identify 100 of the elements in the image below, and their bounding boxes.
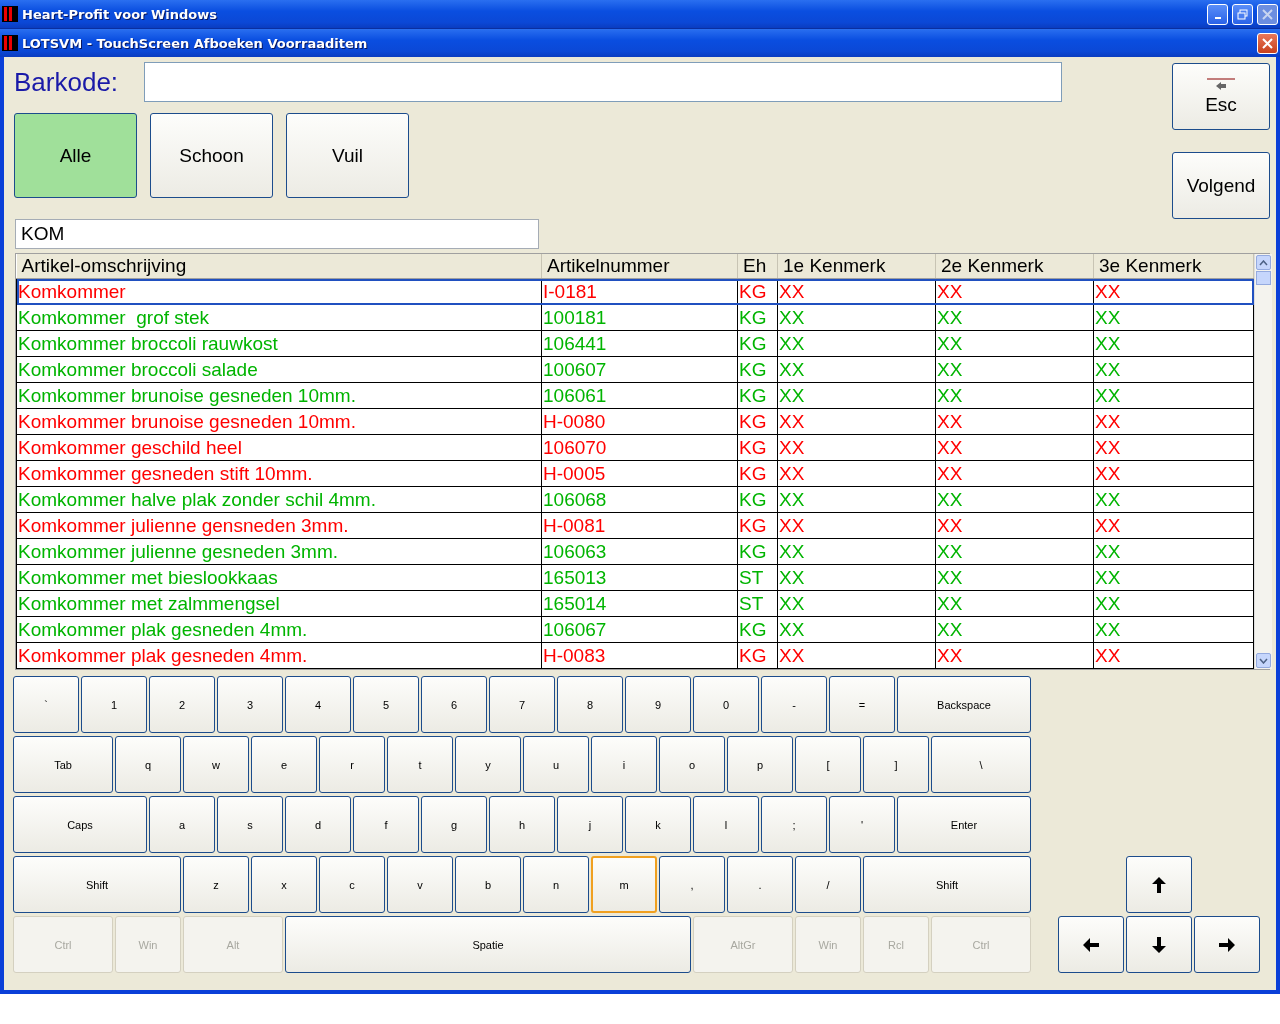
keyboard-key[interactable]: h [489, 796, 555, 853]
keyboard-key[interactable]: i [591, 736, 657, 793]
column-header[interactable]: 3e Kenmerk [1093, 254, 1254, 279]
table-cell: 106067 [541, 616, 738, 643]
table-cell: XX [777, 330, 936, 357]
filter-button[interactable]: Schoon [150, 113, 273, 198]
keyboard-key[interactable]: v [387, 856, 453, 913]
keyboard-key[interactable]: Tab [13, 736, 113, 793]
table-cell: 106441 [541, 330, 738, 357]
keyboard-key[interactable]: 7 [489, 676, 555, 733]
search-field[interactable]: KOM [15, 219, 539, 249]
keyboard-key[interactable]: 4 [285, 676, 351, 733]
arrow-up-key[interactable] [1126, 856, 1192, 913]
table-cell: XX [777, 590, 936, 617]
keyboard-key[interactable]: ' [829, 796, 895, 853]
scroll-thumb[interactable] [1256, 271, 1271, 285]
keyboard-key[interactable]: , [659, 856, 725, 913]
keyboard-key[interactable]: Backspace [897, 676, 1031, 733]
keyboard-key[interactable]: e [251, 736, 317, 793]
keyboard-key[interactable]: r [319, 736, 385, 793]
keyboard-key[interactable]: / [795, 856, 861, 913]
keyboard-key[interactable]: a [149, 796, 215, 853]
keyboard-key[interactable]: Shift [13, 856, 181, 913]
table-cell: XX [777, 460, 936, 487]
keyboard-key[interactable]: 3 [217, 676, 283, 733]
keyboard-key[interactable]: n [523, 856, 589, 913]
keyboard-key[interactable]: ] [863, 736, 929, 793]
keyboard-key[interactable]: m [591, 856, 657, 913]
table-row[interactable]: Komkommer brunoise gesneden 10mm. H-0080 KG XX XX XX [16, 408, 1254, 435]
keyboard-key[interactable]: y [455, 736, 521, 793]
keyboard-key[interactable]: b [455, 856, 521, 913]
table-cell: H-0083 [541, 642, 738, 669]
table-cell: ST [737, 564, 778, 591]
filter-button[interactable]: Vuil [286, 113, 409, 198]
scroll-down-button[interactable] [1256, 653, 1271, 668]
keyboard-key[interactable]: 2 [149, 676, 215, 733]
minimize-button[interactable] [1207, 3, 1228, 25]
table-cell: KG [737, 642, 778, 669]
keyboard-key[interactable]: q [115, 736, 181, 793]
restore-button[interactable] [1232, 3, 1253, 25]
table-row[interactable]: Komkommer I-0181 KG XX XX XX [16, 278, 1254, 305]
keyboard-key[interactable]: Caps [13, 796, 147, 853]
table-cell: Komkommer plak gesneden 4mm. [16, 616, 542, 643]
column-header[interactable]: Artikelnummer [541, 254, 738, 279]
keyboard-key[interactable]: - [761, 676, 827, 733]
column-header[interactable]: 1e Kenmerk [777, 254, 936, 279]
filter-button[interactable]: Alle [14, 113, 137, 198]
keyboard-key[interactable]: 1 [81, 676, 147, 733]
table-cell: KG [737, 356, 778, 383]
keyboard-key[interactable]: z [183, 856, 249, 913]
keyboard-key[interactable]: ; [761, 796, 827, 853]
table-cell: Komkommer gesneden stift 10mm. [16, 460, 542, 487]
keyboard-key[interactable]: 5 [353, 676, 419, 733]
table-row[interactable]: Komkommer plak gesneden 4mm. H-0083 KG XX XX XX [16, 642, 1254, 669]
keyboard-key[interactable]: ` [13, 676, 79, 733]
keyboard-key[interactable]: d [285, 796, 351, 853]
table-cell: 165013 [541, 564, 738, 591]
arrow-right-key[interactable] [1194, 916, 1260, 973]
keyboard-key[interactable]: w [183, 736, 249, 793]
table-row[interactable]: Komkommer geschild heel 106070 KG XX XX XX [16, 434, 1254, 461]
table-cell: XX [935, 278, 1094, 305]
keyboard-key[interactable]: c [319, 856, 385, 913]
scroll-up-button[interactable] [1256, 255, 1271, 270]
keyboard-key[interactable]: k [625, 796, 691, 853]
keyboard-key[interactable]: 9 [625, 676, 691, 733]
keyboard-key[interactable]: x [251, 856, 317, 913]
column-header[interactable]: 2e Kenmerk [935, 254, 1094, 279]
table-row[interactable]: Komkommer julienne gensneden 3mm. H-0081 KG XX XX XX [16, 512, 1254, 539]
table-row[interactable]: Komkommer gesneden stift 10mm. H-0005 KG XX XX XX [16, 460, 1254, 487]
arrow-left-key[interactable] [1058, 916, 1124, 973]
keyboard-key[interactable]: \ [931, 736, 1031, 793]
table-cell: XX [935, 642, 1094, 669]
keyboard-key[interactable]: t [387, 736, 453, 793]
arrow-down-key[interactable] [1126, 916, 1192, 973]
keyboard-key[interactable]: 0 [693, 676, 759, 733]
keyboard-key[interactable]: l [693, 796, 759, 853]
keyboard-key[interactable]: . [727, 856, 793, 913]
keyboard-key[interactable]: [ [795, 736, 861, 793]
keyboard-key[interactable]: Shift [863, 856, 1031, 913]
table-cell: 100607 [541, 356, 738, 383]
keyboard-key[interactable]: j [557, 796, 623, 853]
keyboard-key[interactable]: = [829, 676, 895, 733]
keyboard-key[interactable]: f [353, 796, 419, 853]
escape-button[interactable]: Esc [1172, 63, 1270, 130]
table-cell: XX [1093, 460, 1254, 487]
keyboard-key[interactable]: 8 [557, 676, 623, 733]
close-button[interactable] [1257, 3, 1278, 25]
keyboard-key[interactable]: o [659, 736, 725, 793]
keyboard-key[interactable]: Spatie [285, 916, 691, 973]
keyboard-key[interactable]: 6 [421, 676, 487, 733]
barcode-field[interactable] [144, 62, 1062, 102]
keyboard-key[interactable]: p [727, 736, 793, 793]
keyboard-key[interactable]: s [217, 796, 283, 853]
close-button[interactable] [1257, 32, 1278, 54]
column-header[interactable]: Artikel-omschrijving [16, 254, 542, 279]
keyboard-key[interactable]: g [421, 796, 487, 853]
keyboard-key[interactable]: Enter [897, 796, 1031, 853]
column-header[interactable]: Eh [737, 254, 778, 279]
keyboard-key[interactable]: u [523, 736, 589, 793]
next-button[interactable]: Volgend [1172, 152, 1270, 219]
